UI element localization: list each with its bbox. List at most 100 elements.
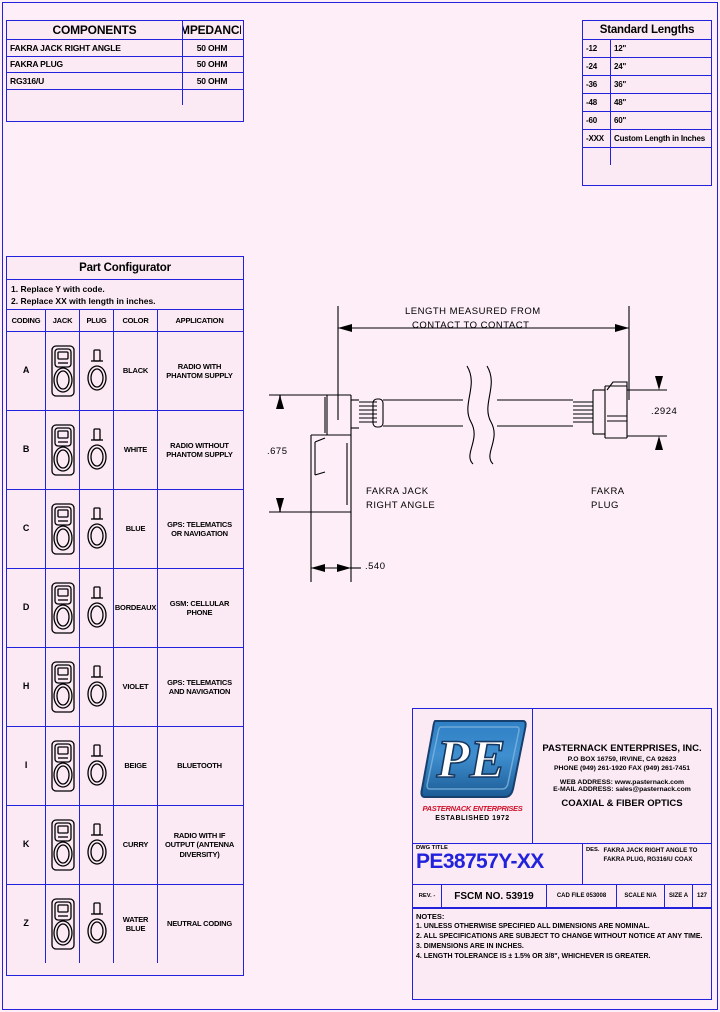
length-code: -60: [586, 116, 597, 125]
company-logo: PE PASTERNACK ENTERPRISES ESTABLISHED 19…: [413, 709, 533, 843]
company-address: P.O BOX 16759, IRVINE, CA 92623: [567, 756, 677, 763]
plug-cell: [79, 332, 113, 410]
fakra-jack-icon: [50, 740, 75, 792]
coding-value: I: [24, 760, 28, 771]
notes-title: NOTES:: [416, 912, 445, 921]
dimension-plug-height: .2924: [651, 406, 678, 417]
fakra-jack-icon: [50, 582, 75, 634]
application-value: RADIO WITHOUT PHANTOM SUPPLY: [157, 411, 241, 489]
fakra-jack-icon: [50, 503, 75, 555]
length-value: 60": [610, 112, 709, 129]
title-block-header: PE PASTERNACK ENTERPRISES ESTABLISHED 19…: [413, 709, 711, 844]
table-row: [7, 88, 243, 106]
color-value: BEIGE: [113, 727, 157, 805]
note-item: 3. DIMENSIONS ARE IN INCHES.: [416, 943, 524, 950]
length-value: 48": [610, 94, 709, 111]
jack-cell: [45, 332, 79, 410]
fakra-jack-icon: [50, 898, 75, 950]
company-tagline: COAXIAL & FIBER OPTICS: [561, 798, 683, 809]
length-code: [583, 148, 610, 165]
configurator-row: K CURRY RADIO WITH IF OUTPUT (ANTENNA DIV…: [7, 805, 243, 884]
dimension-width: .540: [365, 561, 386, 572]
header-coding: CODING: [11, 316, 41, 325]
fscm-cell: FSCM NO. 53919: [441, 885, 546, 907]
component-impedance: [182, 89, 241, 106]
coding-value: A: [22, 365, 30, 376]
table-row: [583, 147, 711, 165]
coding-value: Z: [23, 918, 29, 929]
header-jack: JACK: [45, 310, 79, 331]
dimension-height: .675: [267, 446, 288, 457]
configurator-row: D BORDEAUX GSM: CELLULAR PHONE: [7, 568, 243, 647]
title-block-meta-row: REV. - FSCM NO. 53919 CAD FILE 053008 SC…: [413, 885, 711, 907]
plug-label-line2: PLUG: [591, 500, 619, 511]
fakra-jack-icon: [50, 661, 75, 713]
configurator-row: I BEIGE BLUETOOTH: [7, 726, 243, 805]
fakra-plug-icon: [86, 507, 107, 549]
color-value: BLACK: [113, 332, 157, 410]
company-info: PASTERNACK ENTERPRISES, INC. P.O BOX 167…: [533, 709, 711, 843]
table-row: -24 24": [583, 57, 711, 75]
length-code: -36: [586, 80, 597, 89]
table-row: -XXX Custom Length in Inches: [583, 129, 711, 147]
length-note-line2: CONTACT TO CONTACT: [412, 320, 530, 331]
fakra-plug-icon: [86, 665, 107, 707]
note-item: 1. UNLESS OTHERWISE SPECIFIED ALL DIMENS…: [416, 923, 650, 930]
pe-logo-mark: PE: [419, 715, 527, 803]
application-value: RADIO WITH PHANTOM SUPPLY: [157, 332, 241, 410]
title-block: PE PASTERNACK ENTERPRISES ESTABLISHED 19…: [412, 708, 712, 908]
application-value: RADIO WITH IF OUTPUT (ANTENNA DIVERSITY): [157, 806, 241, 884]
jack-label-line1: FAKRA JACK: [366, 486, 429, 497]
configurator-instructions: 1. Replace Y with code. 2. Replace XX wi…: [7, 279, 243, 309]
color-value: WHITE: [113, 411, 157, 489]
assembly-drawing: LENGTH MEASURED FROM CONTACT TO CONTACT …: [255, 300, 715, 610]
color-value: BORDEAUX: [113, 569, 157, 647]
fakra-plug-icon: [86, 744, 107, 786]
coding-value: D: [22, 602, 30, 613]
instruction-2: 2. Replace XX with length in inches.: [11, 296, 156, 306]
components-header: COMPONENTS: [52, 23, 137, 37]
coding-value: H: [22, 681, 30, 692]
company-web[interactable]: WEB ADDRESS: www.pasternack.com: [560, 779, 684, 786]
length-value: [610, 148, 709, 165]
instruction-1: 1. Replace Y with code.: [11, 284, 105, 294]
header-color: COLOR: [113, 310, 157, 331]
application-value: GPS: TELEMATICS AND NAVIGATION: [157, 648, 241, 726]
application-value: NEUTRAL CODING: [157, 885, 241, 963]
component-impedance: 50 OHM: [182, 73, 241, 89]
notes-block: NOTES: 1. UNLESS OTHERWISE SPECIFIED ALL…: [412, 908, 712, 1000]
component-name: RG316/U: [10, 75, 45, 86]
fakra-plug-icon: [86, 586, 107, 628]
component-impedance: 50 OHM: [182, 56, 241, 73]
plug-cell: [79, 727, 113, 805]
size-cell: SIZE A: [664, 885, 692, 907]
length-value: 12": [610, 40, 709, 57]
table-row: FAKRA JACK RIGHT ANGLE 50 OHM: [7, 39, 243, 56]
drawing-title-cell: DWG TITLE PE38757Y-XX: [413, 844, 583, 884]
scale-cell: SCALE N/A: [616, 885, 664, 907]
des-label: DES.: [586, 847, 600, 853]
company-email[interactable]: E-MAIL ADDRESS: sales@pasternack.com: [553, 786, 691, 793]
title-block-part-row: DWG TITLE PE38757Y-XX DES. FAKRA JACK RI…: [413, 844, 711, 885]
components-table: COMPONENTS IMPEDANCE FAKRA JACK RIGHT AN…: [6, 20, 244, 122]
application-value: GSM: CELLULAR PHONE: [157, 569, 241, 647]
plug-cell: [79, 411, 113, 489]
table-row: -12 12": [583, 39, 711, 57]
table-row: FAKRA PLUG 50 OHM: [7, 55, 243, 73]
coding-value: C: [22, 523, 30, 534]
plug-cell: [79, 569, 113, 647]
configurator-row: H VIOLET GPS: TELEMATICS AND NAVIGATION: [7, 647, 243, 726]
color-value: CURRY: [113, 806, 157, 884]
logo-established: ESTABLISHED 1972: [435, 815, 510, 822]
application-value: GPS: TELEMATICS OR NAVIGATION: [157, 490, 241, 568]
standard-lengths-title: Standard Lengths: [599, 24, 695, 36]
configurator-body: A BLACK RADIO WITH PHANTOM SUPPLY B WHITE R…: [7, 331, 243, 963]
component-name: [7, 90, 182, 106]
configurator-header-row: CODING JACK PLUG COLOR APPLICATION: [7, 309, 243, 331]
rev-cell: REV. -: [418, 893, 436, 899]
company-phone: PHONE (949) 261-1920 FAX (949) 261-7451: [553, 765, 690, 772]
length-value: 24": [610, 58, 709, 75]
jack-label-line2: RIGHT ANGLE: [366, 500, 436, 511]
fakra-jack-icon: [50, 345, 75, 397]
jack-cell: [45, 490, 79, 568]
